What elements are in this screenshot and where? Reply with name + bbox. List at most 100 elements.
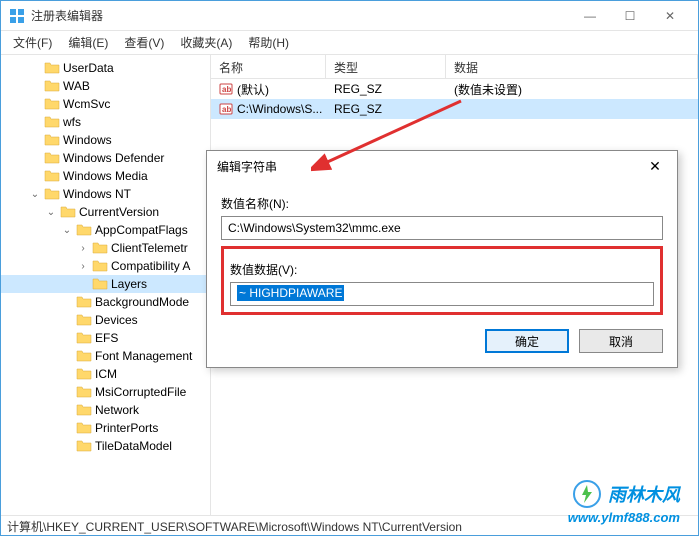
folder-icon xyxy=(76,439,92,453)
tree-node[interactable]: Windows xyxy=(1,131,210,149)
tree-label: EFS xyxy=(95,331,118,345)
tree-node[interactable]: › ClientTelemetr xyxy=(1,239,210,257)
value-name-input[interactable] xyxy=(221,216,663,240)
cell-type: REG_SZ xyxy=(326,80,446,98)
menu-edit[interactable]: 编辑(E) xyxy=(60,32,116,53)
expander-closed-icon[interactable]: › xyxy=(77,243,89,254)
col-header-type[interactable]: 类型 xyxy=(326,55,446,78)
tree-node[interactable]: › Compatibility A xyxy=(1,257,210,275)
tree-label: AppCompatFlags xyxy=(95,223,188,237)
folder-icon xyxy=(44,61,60,75)
tree-node[interactable]: Windows Media xyxy=(1,167,210,185)
cell-type: REG_SZ xyxy=(326,100,446,118)
cell-data: (数值未设置) xyxy=(446,79,698,100)
tree-node[interactable]: EFS xyxy=(1,329,210,347)
tree-node[interactable]: TileDataModel xyxy=(1,437,210,455)
tree-label: Font Management xyxy=(95,349,192,363)
tree-panel[interactable]: UserData WAB WcmSvcwfsWindows Windows Defen… xyxy=(1,55,211,515)
edit-string-dialog: 编辑字符串 ✕ 数值名称(N): 数值数据(V): ~ HIGHDPIAWARE… xyxy=(206,150,678,368)
folder-icon xyxy=(44,79,60,93)
list-row[interactable]: abC:\Windows\S...REG_SZ xyxy=(211,99,698,119)
folder-icon xyxy=(44,133,60,147)
value-data-label: 数值数据(V): xyxy=(230,261,654,278)
tree-label: MsiCorruptedFile xyxy=(95,385,186,399)
cancel-button[interactable]: 取消 xyxy=(579,329,663,353)
string-value-icon: ab xyxy=(219,102,233,116)
folder-icon xyxy=(76,403,92,417)
folder-icon xyxy=(92,241,108,255)
tree-node[interactable]: Devices xyxy=(1,311,210,329)
minimize-button[interactable]: — xyxy=(570,2,610,30)
tree-node[interactable]: ⌄ Windows NT xyxy=(1,185,210,203)
tree-label: TileDataModel xyxy=(95,439,172,453)
folder-icon xyxy=(76,367,92,381)
svg-text:ab: ab xyxy=(222,85,231,94)
annotation-highlight: 数值数据(V): ~ HIGHDPIAWARE xyxy=(221,246,663,315)
menu-favorites[interactable]: 收藏夹(A) xyxy=(172,32,240,53)
tree-node[interactable]: Network xyxy=(1,401,210,419)
menu-file[interactable]: 文件(F) xyxy=(5,32,60,53)
tree-label: CurrentVersion xyxy=(79,205,159,219)
dialog-close-button[interactable]: ✕ xyxy=(643,158,667,175)
window-title: 注册表编辑器 xyxy=(31,7,570,24)
tree-node[interactable]: WAB xyxy=(1,77,210,95)
menu-help[interactable]: 帮助(H) xyxy=(240,32,297,53)
folder-icon xyxy=(76,331,92,345)
folder-icon xyxy=(76,421,92,435)
cell-name: abC:\Windows\S... xyxy=(211,100,326,118)
folder-icon xyxy=(92,259,108,273)
tree-label: BackgroundMode xyxy=(95,295,189,309)
expander-open-icon[interactable]: ⌄ xyxy=(45,207,57,218)
folder-icon xyxy=(92,277,108,291)
tree-node[interactable]: Windows Defender xyxy=(1,149,210,167)
menubar: 文件(F) 编辑(E) 查看(V) 收藏夹(A) 帮助(H) xyxy=(1,31,698,55)
folder-icon xyxy=(76,385,92,399)
col-header-name[interactable]: 名称 xyxy=(211,55,326,78)
col-header-data[interactable]: 数据 xyxy=(446,55,698,78)
string-value-icon: ab xyxy=(219,82,233,96)
tree-label: WAB xyxy=(63,79,90,93)
tree-label: Windows Defender xyxy=(63,151,164,165)
titlebar: 注册表编辑器 — ☐ ✕ xyxy=(1,1,698,31)
tree-label: Compatibility A xyxy=(111,259,190,273)
tree-node[interactable]: ⌄ CurrentVersion xyxy=(1,203,210,221)
expander-closed-icon[interactable]: › xyxy=(77,261,89,272)
expander-open-icon[interactable]: ⌄ xyxy=(61,225,73,236)
folder-icon xyxy=(44,169,60,183)
menu-view[interactable]: 查看(V) xyxy=(116,32,172,53)
tree-label: Devices xyxy=(95,313,138,327)
tree-node[interactable]: MsiCorruptedFile xyxy=(1,383,210,401)
folder-icon xyxy=(76,295,92,309)
ok-button[interactable]: 确定 xyxy=(485,329,569,353)
value-data-input[interactable] xyxy=(230,282,654,306)
dialog-body: 数值名称(N): 数值数据(V): ~ HIGHDPIAWARE 确定 取消 xyxy=(207,181,677,367)
statusbar: 计算机\HKEY_CURRENT_USER\SOFTWARE\Microsoft… xyxy=(1,515,698,535)
folder-icon xyxy=(76,349,92,363)
tree-node[interactable]: wfs xyxy=(1,113,210,131)
folder-icon xyxy=(44,97,60,111)
tree-node[interactable]: Font Management xyxy=(1,347,210,365)
tree-node[interactable]: ICM xyxy=(1,365,210,383)
expander-open-icon[interactable]: ⌄ xyxy=(29,189,41,200)
list-row[interactable]: ab(默认)REG_SZ(数值未设置) xyxy=(211,79,698,99)
close-button[interactable]: ✕ xyxy=(650,2,690,30)
tree-node[interactable]: Layers xyxy=(1,275,210,293)
tree-label: ClientTelemetr xyxy=(111,241,188,255)
value-name-label: 数值名称(N): xyxy=(221,195,663,212)
cell-data xyxy=(446,107,698,111)
tree-node[interactable]: UserData xyxy=(1,59,210,77)
maximize-button[interactable]: ☐ xyxy=(610,2,650,30)
list-rows: ab(默认)REG_SZ(数值未设置)abC:\Windows\S...REG_… xyxy=(211,79,698,119)
folder-icon xyxy=(76,313,92,327)
folder-icon xyxy=(44,151,60,165)
tree-label: Network xyxy=(95,403,139,417)
tree-label: Windows NT xyxy=(63,187,131,201)
tree-node[interactable]: WcmSvc xyxy=(1,95,210,113)
tree-node[interactable]: PrinterPorts xyxy=(1,419,210,437)
tree-label: Layers xyxy=(111,277,147,291)
tree-node[interactable]: ⌄ AppCompatFlags xyxy=(1,221,210,239)
tree-label: ICM xyxy=(95,367,117,381)
tree-node[interactable]: BackgroundMode xyxy=(1,293,210,311)
list-header: 名称 类型 数据 xyxy=(211,55,698,79)
app-icon xyxy=(9,8,25,24)
